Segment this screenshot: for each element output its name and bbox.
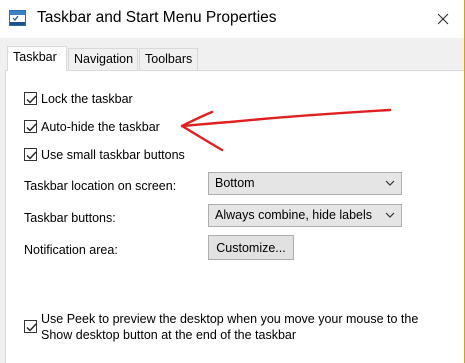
- close-icon: [437, 13, 448, 25]
- taskbar-tab-panel: Lock the taskbar Auto-hide the taskbar U…: [5, 70, 464, 363]
- peek-option[interactable]: Use Peek to preview the desktop when you…: [24, 311, 418, 343]
- small-buttons-checkbox[interactable]: [24, 148, 37, 161]
- lock-taskbar-checkbox[interactable]: [24, 92, 37, 105]
- peek-label-line-2: Show desktop button at the end of the ta…: [41, 328, 297, 342]
- location-label: Taskbar location on screen:: [24, 179, 177, 193]
- taskbar-buttons-select[interactable]: Always combine, hide labels: [208, 204, 402, 227]
- tab-taskbar[interactable]: Taskbar: [7, 46, 67, 71]
- small-buttons-label: Use small taskbar buttons: [41, 148, 185, 162]
- checkmark-icon: [26, 323, 37, 332]
- window-title: Taskbar and Start Menu Properties: [37, 9, 277, 26]
- chevron-down-icon: [385, 212, 395, 218]
- peek-label: Use Peek to preview the desktop when you…: [41, 311, 418, 343]
- properties-window: Taskbar and Start Menu Properties Taskba…: [0, 0, 465, 363]
- peek-label-line-1: Use Peek to preview the desktop when you…: [41, 312, 419, 326]
- chevron-down-icon: [385, 180, 395, 186]
- title-bar[interactable]: Taskbar and Start Menu Properties: [0, 0, 464, 38]
- tab-label: Toolbars: [145, 52, 193, 66]
- autohide-taskbar-checkbox[interactable]: [24, 120, 37, 133]
- location-select-value: Bottom: [215, 176, 255, 190]
- peek-checkbox[interactable]: [24, 320, 37, 333]
- customize-button[interactable]: Customize...: [208, 235, 294, 260]
- customize-button-label: Customize...: [216, 240, 286, 255]
- checkmark-icon: [26, 95, 37, 104]
- autohide-taskbar-label: Auto-hide the taskbar: [41, 120, 160, 134]
- notification-area-label: Notification area:: [24, 243, 118, 257]
- app-icon: [9, 10, 26, 26]
- dialog-client-area: Taskbar Navigation Toolbars Lock the tas…: [0, 38, 464, 363]
- close-button[interactable]: [420, 0, 464, 38]
- tab-navigation[interactable]: Navigation: [68, 48, 138, 70]
- lock-taskbar-label: Lock the taskbar: [41, 92, 133, 106]
- tab-label: Navigation: [74, 52, 134, 66]
- taskbar-buttons-label: Taskbar buttons:: [24, 211, 116, 225]
- checkmark-icon: [26, 151, 37, 160]
- tab-toolbars[interactable]: Toolbars: [139, 48, 198, 70]
- small-buttons-option[interactable]: Use small taskbar buttons: [24, 147, 185, 163]
- tab-label: Taskbar: [13, 50, 57, 64]
- autohide-taskbar-option[interactable]: Auto-hide the taskbar: [24, 119, 160, 135]
- checkmark-icon: [26, 123, 37, 132]
- location-select[interactable]: Bottom: [208, 172, 402, 195]
- lock-taskbar-option[interactable]: Lock the taskbar: [24, 91, 133, 107]
- taskbar-buttons-select-value: Always combine, hide labels: [215, 208, 373, 222]
